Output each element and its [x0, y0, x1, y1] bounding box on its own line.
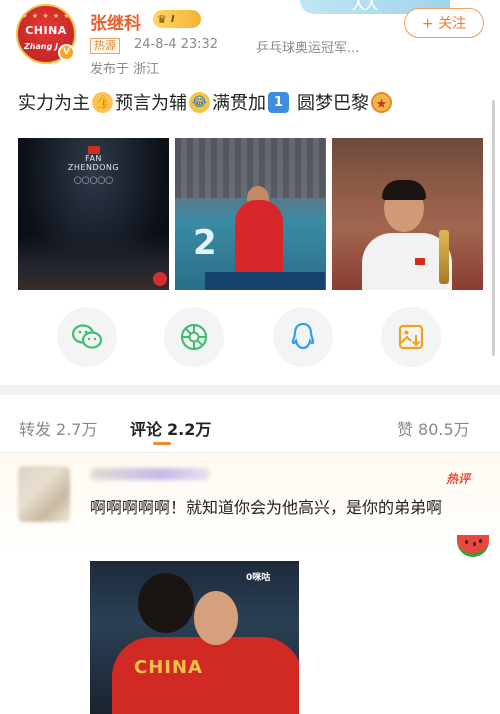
thumbs-up-icon: 👍 [92, 91, 113, 113]
post-segment-4: 圆梦巴黎 [297, 93, 369, 114]
tab-like[interactable]: 赞 80.5万 [397, 416, 470, 440]
post-segment-3: 满贯加 [212, 93, 266, 114]
comment-image-face [194, 591, 238, 645]
post-location: 发布于 浙江 [90, 62, 160, 77]
tab-like-count: 80.5万 [418, 420, 470, 439]
hot-tag: 热源 [90, 38, 120, 54]
section-divider [0, 385, 500, 395]
photo2-number: 2 [193, 223, 217, 263]
comment-image-watermark: 0咪咕 [246, 573, 271, 583]
author-name[interactable]: 张继科 [90, 9, 141, 34]
banner-text: 人人 [352, 0, 379, 13]
avatar-sub: Zhang J [24, 42, 59, 51]
share-wechat-button[interactable] [57, 307, 117, 367]
medal-icon: ★ [371, 91, 392, 113]
crying-laugh-icon: 😂 [189, 91, 210, 113]
post-segment-1: 实力为主 [18, 93, 90, 114]
post-photo-2[interactable]: 2 [175, 138, 326, 290]
crown-icon: ♛ [157, 12, 167, 26]
post-source[interactable]: 乒乓球奥运冠军... [256, 37, 359, 56]
post-segment-2: 预言为辅 [115, 93, 187, 114]
olympic-rings-icon: ◯◯◯◯◯ [73, 176, 114, 184]
tab-active-indicator [153, 442, 171, 445]
verified-icon: V [58, 44, 75, 61]
post-photo-1[interactable]: FAN ZHENDONG ◯◯◯◯◯ [18, 138, 169, 290]
hot-comment-badge: 热评 [446, 472, 471, 486]
photo2-player [235, 200, 283, 280]
comment-image[interactable]: 0咪咕 CHINA [90, 561, 299, 714]
photo1-crowd [18, 235, 169, 290]
comment-image-head [138, 573, 194, 633]
moments-icon [180, 323, 208, 351]
china-flag-icon [415, 258, 425, 265]
photo1-caption: FAN ZHENDONG [67, 154, 120, 172]
qq-icon [291, 322, 315, 350]
trophy-icon [439, 230, 449, 284]
tab-repost-label: 转发 [19, 420, 52, 439]
avatar-text: CHINA [25, 24, 67, 37]
save-image-icon [398, 324, 424, 350]
level-badge[interactable]: ♛ I [153, 10, 201, 28]
tab-comment-count: 2.2万 [167, 420, 212, 439]
tab-comment[interactable]: 评论 2.2万 [130, 416, 211, 440]
share-moments-button[interactable] [164, 307, 224, 367]
commenter-avatar[interactable] [18, 466, 70, 522]
save-image-button[interactable] [381, 307, 441, 367]
scrollbar[interactable] [492, 100, 495, 356]
post-time: 24-8-4 23:32 [134, 37, 219, 52]
tab-like-label: 赞 [397, 420, 414, 439]
level-label: I [170, 13, 175, 25]
number-one-icon: 1 [268, 91, 289, 113]
post-text: 实力为主 👍 预言为辅 😂 满贯加 1 圆梦巴黎 ★ [18, 89, 394, 115]
china-flag-icon [88, 146, 100, 154]
wechat-icon [71, 324, 103, 349]
tab-comment-label: 评论 [130, 420, 163, 439]
share-qq-button[interactable] [273, 307, 333, 367]
tab-repost-count: 2.7万 [56, 420, 98, 439]
follow-button[interactable]: + 关注 [404, 8, 484, 38]
photo3-hair [382, 180, 426, 200]
paddle-icon [153, 272, 167, 286]
avatar-stars: ★ ★ ★ ★ ★ [21, 12, 71, 20]
post-photo-3[interactable] [332, 138, 483, 290]
comment-text: 啊啊啊啊啊！就知道你会为他高兴，是你的弟弟啊 [90, 498, 443, 517]
comment-image-shirt-text: CHINA [134, 657, 203, 678]
tab-repost[interactable]: 转发 2.7万 [19, 416, 97, 440]
photo2-table [205, 272, 325, 290]
commenter-name-blurred[interactable] [90, 468, 210, 480]
